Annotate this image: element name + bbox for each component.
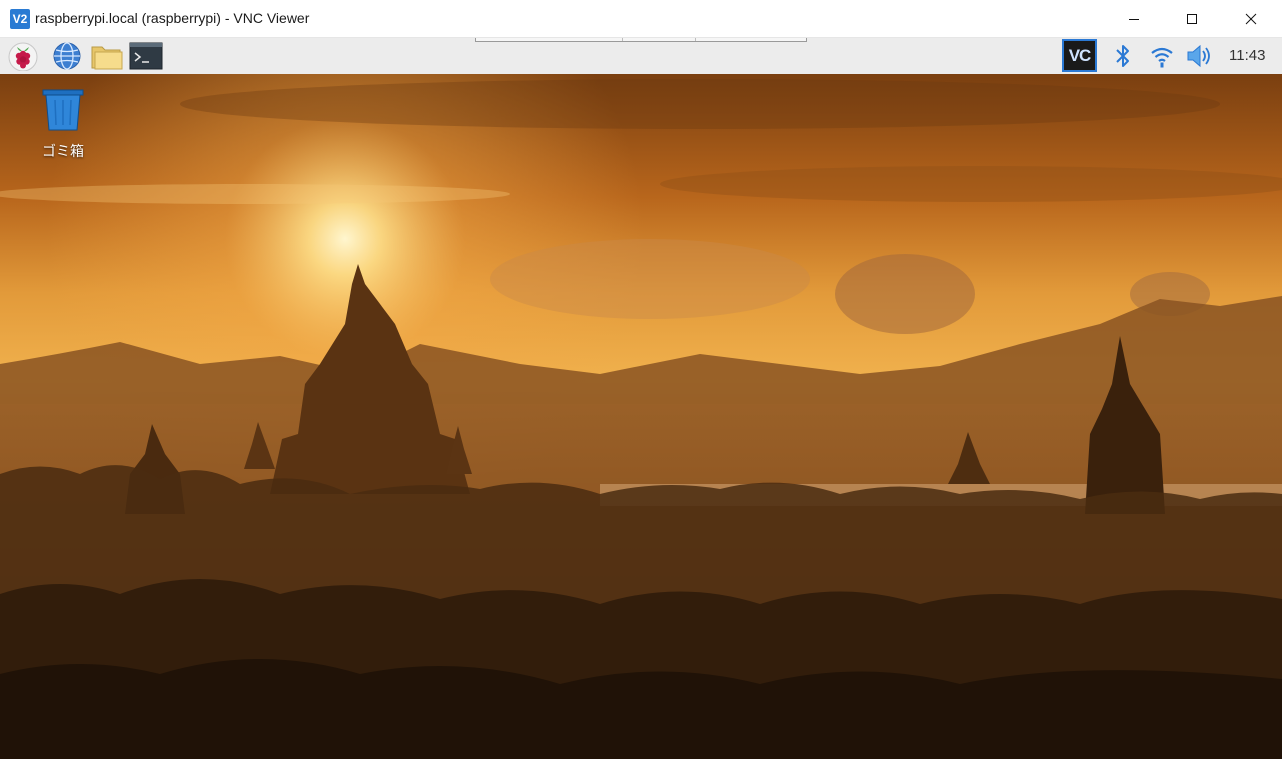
window-titlebar[interactable]: V2 raspberrypi.local (raspberrypi) - VNC… <box>0 0 1282 38</box>
raspberry-menu-button[interactable] <box>7 41 39 71</box>
clock[interactable]: 11:43 <box>1229 47 1265 64</box>
file-manager-icon <box>91 46 123 70</box>
bluetooth-icon[interactable] <box>1113 42 1133 70</box>
web-browser-button[interactable] <box>51 41 83 71</box>
file-manager-button[interactable] <box>90 41 123 71</box>
taskbar-panel: VC 11:43 <box>0 38 1282 74</box>
wifi-icon[interactable] <box>1148 42 1176 70</box>
terminal-icon <box>129 42 163 70</box>
raspberry-menu-icon <box>8 42 38 71</box>
desktop-item-trash[interactable]: ゴミ箱 <box>30 88 96 161</box>
desktop-item-label: ゴミ箱 <box>42 143 84 159</box>
web-browser-icon <box>53 42 81 70</box>
minimize-button[interactable] <box>1105 0 1163 38</box>
close-icon <box>1245 13 1257 25</box>
minimize-icon <box>1129 19 1139 20</box>
trash-icon <box>42 89 84 131</box>
desktop[interactable]: ゴミ箱 <box>0 74 1282 759</box>
vnc-toolbar-handle[interactable] <box>475 38 807 42</box>
close-button[interactable] <box>1222 0 1280 38</box>
wallpaper-sunset-temples <box>0 74 1282 759</box>
vnc-server-icon[interactable]: VC <box>1062 39 1097 72</box>
maximize-icon <box>1187 14 1197 24</box>
window-title: raspberrypi.local (raspberrypi) - VNC Vi… <box>35 10 310 26</box>
maximize-button[interactable] <box>1163 0 1221 38</box>
volume-icon[interactable] <box>1185 42 1215 70</box>
vnc-viewer-icon: V2 <box>10 9 30 29</box>
terminal-button[interactable] <box>129 41 163 71</box>
